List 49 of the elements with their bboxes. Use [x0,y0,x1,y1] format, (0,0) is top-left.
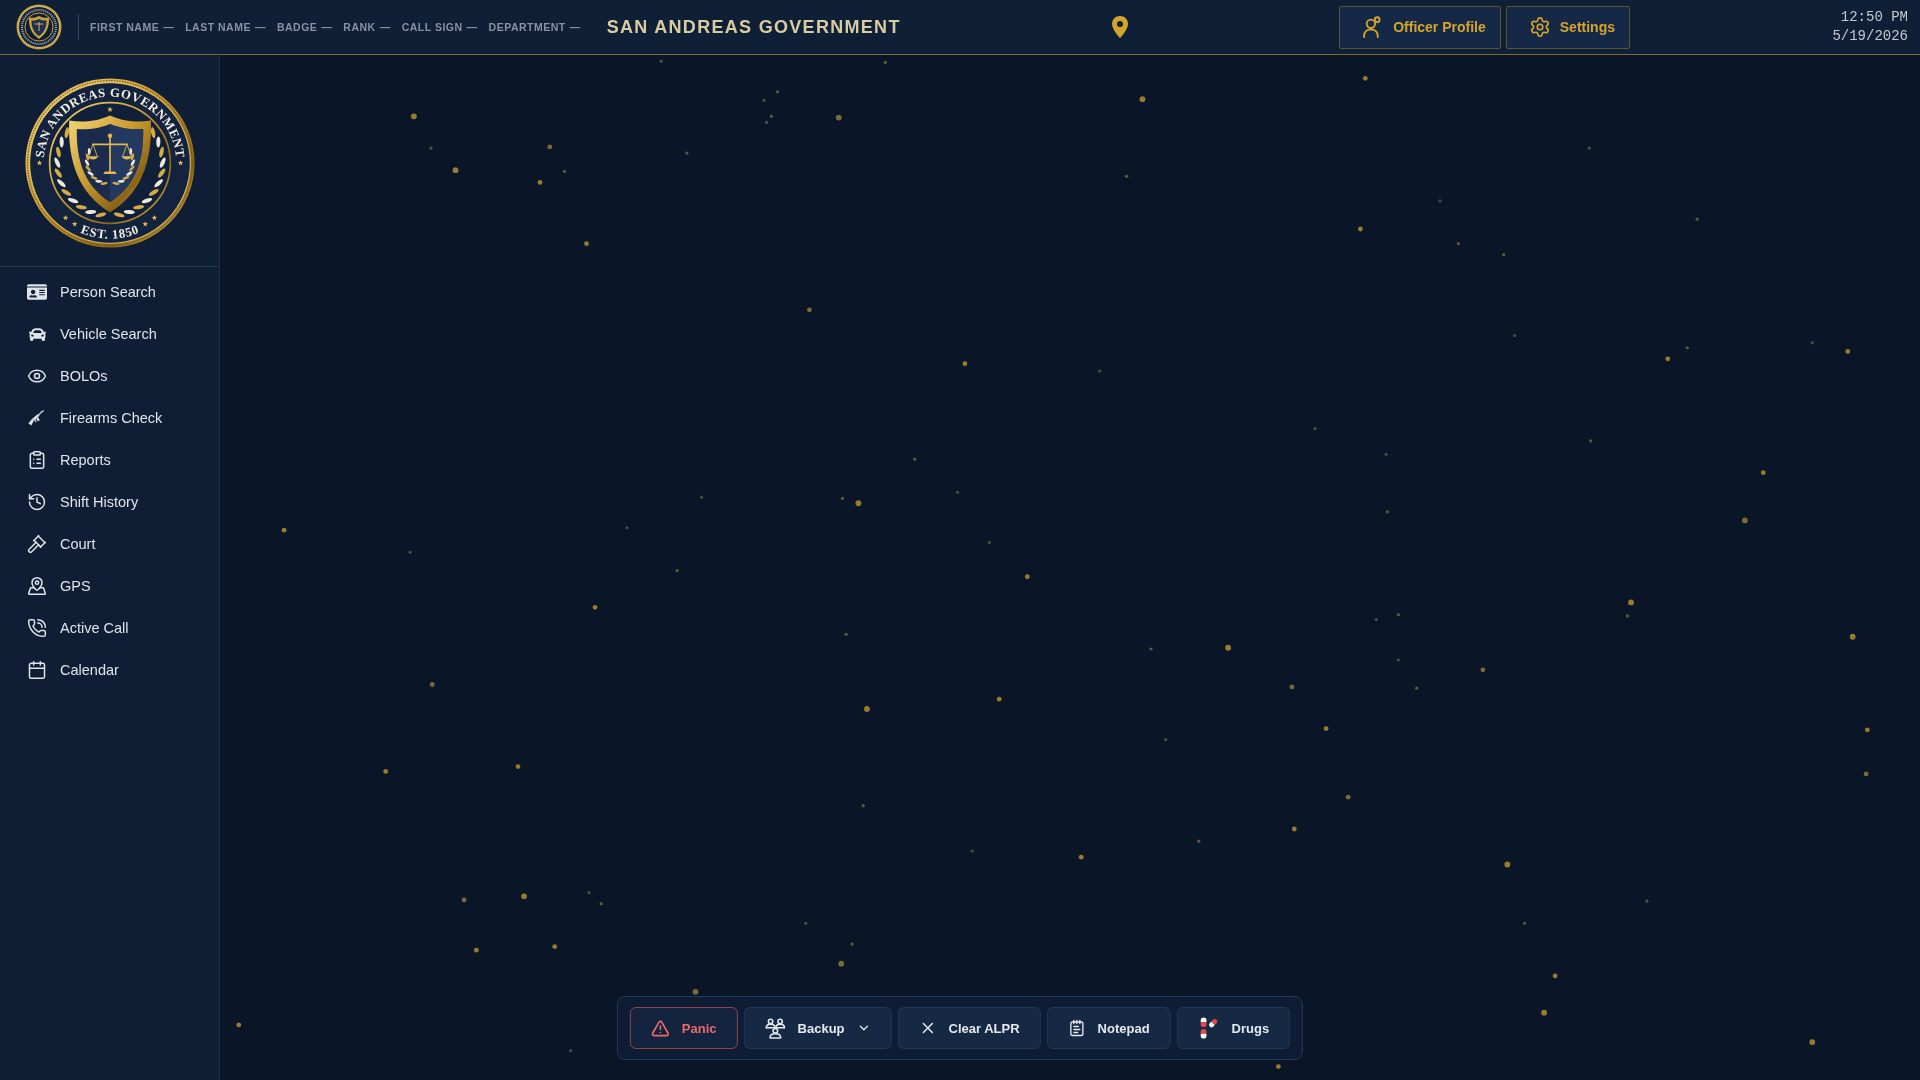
clock-date: 5/19/2026 [1832,27,1908,46]
sidebar-item[interactable]: Court [0,523,219,565]
officer-field-label: RANK [343,21,376,33]
sidebar-item[interactable]: Calendar [0,649,219,691]
car-icon [28,325,46,343]
officer-field-label: BADGE [276,21,318,33]
officer-field-value: — [254,21,266,33]
officer-field-value: — [466,21,478,33]
officer-field-value: — [379,21,391,33]
phone-icon [27,618,47,638]
rifle-icon [27,408,47,428]
warning-triangle-icon [650,1018,670,1038]
calendar-icon [27,660,47,680]
gavel-icon [27,534,47,554]
location-pin-icon[interactable] [1111,16,1128,38]
officer-field-label: LAST NAME [185,21,251,33]
officer-field-value: — [321,21,333,33]
history-icon [27,492,47,512]
dock-button[interactable]: Backup [743,1007,892,1049]
settings-button[interactable]: Settings [1505,5,1630,49]
officer-field-label: CALL SIGN [401,21,463,33]
officer-field-label: FIRST NAME [90,21,160,33]
sidebar-item[interactable]: GPS [0,565,219,607]
people-group-icon [764,1017,786,1039]
clipboard-icon [27,450,47,470]
dock-button[interactable]: Drugs [1176,1007,1291,1049]
officer-field-label: DEPARTMENT [488,21,566,33]
panic-button[interactable]: Panic [629,1007,738,1049]
dock-button[interactable]: Clear ALPR [897,1007,1041,1049]
app-title: SAN ANDREAS GOVERNMENT [606,16,901,38]
officer-field-value: — [569,21,581,33]
id-card-icon [27,282,47,302]
settings-icon [1528,16,1551,38]
sidebar-item[interactable]: Active Call [0,607,219,649]
seal-year-text: EST. 1850 [78,221,141,242]
profile-button[interactable]: Officer Profile [1339,5,1501,49]
map-pin-icon [27,576,47,596]
eye-icon [27,366,47,386]
seal-logo-icon [16,4,62,50]
sidebar-item[interactable]: Firearms Check [0,397,219,439]
dock-button[interactable]: Notepad [1046,1007,1171,1049]
sidebar-item[interactable]: Vehicle Search [0,313,219,355]
sidebar-item[interactable]: BOLOs [0,355,219,397]
notepad-icon [1067,1019,1086,1037]
officer-field-value: — [163,21,175,33]
sidebar-item[interactable]: Shift History [0,481,219,523]
sidebar-item[interactable]: Person Search [0,271,219,313]
sidebar-item[interactable]: Reports [0,439,219,481]
clock-time: 12:50 PM [1840,8,1908,27]
